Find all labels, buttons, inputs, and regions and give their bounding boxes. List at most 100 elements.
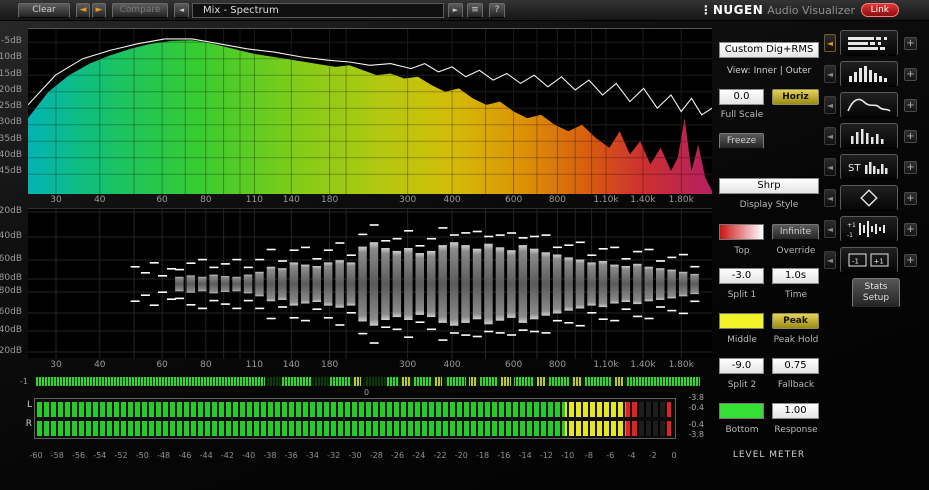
display-style-select[interactable]: Shrp (719, 178, 819, 194)
correlation-segment (479, 377, 499, 386)
full-scale-value[interactable]: 0.0 (719, 89, 764, 105)
spectrum-x-label: 600 (505, 195, 523, 205)
view-add-button[interactable]: + (904, 223, 917, 236)
history-forward-icon[interactable]: ► (92, 3, 106, 18)
meter-scale-label: -40 (242, 451, 256, 460)
meter-scale-label: -36 (284, 451, 298, 460)
spectrum-y-label: -15dB (0, 68, 22, 79)
response-value[interactable]: 1.00 (772, 403, 819, 419)
view-add-button[interactable]: + (904, 254, 917, 267)
spectrum-display[interactable] (27, 28, 713, 195)
clear-button[interactable]: Clear (18, 3, 70, 18)
preset-prev-icon[interactable]: ◄ (174, 3, 189, 18)
view-prev-arrow-icon[interactable]: ◄ (824, 220, 836, 238)
histogram-x-label: 300 (399, 360, 417, 370)
spectrum-y-label: -20dB (0, 84, 22, 95)
freeze-button[interactable]: Freeze (719, 133, 764, 149)
visualizer-window: Clear ◄ ► Compare ◄ Mix - Spectrum ► ≡ ?… (0, 0, 929, 490)
view-add-button[interactable]: + (904, 37, 917, 50)
view-prev-arrow-icon[interactable]: ◄ (824, 158, 836, 176)
meter-row-r[interactable] (37, 421, 673, 436)
override-button[interactable]: Infinite (772, 224, 819, 240)
histogram-y-label: -40dB (0, 231, 22, 241)
view-add-button[interactable]: + (904, 161, 917, 174)
view-prev-arrow-icon[interactable]: ◄ (824, 189, 836, 207)
view-button-spectrum-line[interactable] (840, 92, 898, 118)
spectrum-y-label: -40dB (0, 149, 22, 160)
view-inner-outer-toggle[interactable]: View: Inner | Outer (716, 66, 822, 76)
view-add-button[interactable]: + (904, 68, 917, 81)
meter-scale-label: -48 (157, 451, 171, 460)
view-button-spectrum-bars[interactable] (840, 61, 898, 87)
histogram-x-label: 1.80k (668, 360, 694, 370)
meter-scale-label: -8 (584, 451, 593, 460)
st-bars-icon: ST (848, 162, 888, 174)
fallback-value[interactable]: 0.75 (772, 358, 819, 374)
split1-value[interactable]: -3.0 (719, 268, 764, 284)
meter-scale-label: -30 (348, 451, 362, 460)
meter-scale-label: -2 (648, 451, 657, 460)
split1-label: Split 1 (727, 290, 757, 300)
svg-text:+1: +1 (847, 222, 856, 229)
meter-lines-icon (848, 37, 887, 50)
meter-scale-label: -50 (135, 451, 149, 460)
histogram-display[interactable] (28, 208, 712, 359)
meter-scale-label: -26 (390, 451, 405, 460)
history-back-icon[interactable]: ◄ (76, 3, 90, 18)
meter-scale-label: -32 (327, 451, 341, 460)
peak-hold-button[interactable]: Peak (772, 313, 819, 329)
view-button-vectorscope[interactable] (840, 185, 898, 211)
view-prev-arrow-icon[interactable]: ◄ (824, 96, 836, 114)
time-value[interactable]: 1.0s (772, 268, 819, 284)
view-button-correlation-history[interactable]: +1 -1 (840, 216, 898, 242)
split2-value[interactable]: -9.0 (719, 358, 764, 374)
correlation-segment (615, 377, 623, 386)
meter-scale-label: -42 (220, 451, 234, 460)
toolbar: Clear ◄ ► Compare ◄ Mix - Spectrum ► ≡ ?… (0, 0, 929, 21)
compare-button[interactable]: Compare (112, 3, 168, 18)
preset-list-icon[interactable]: ≡ (467, 3, 483, 18)
level-meter[interactable] (34, 398, 676, 439)
top-color-swatch[interactable] (719, 224, 764, 240)
correlation-strip[interactable] (36, 377, 700, 386)
svg-text:ST: ST (848, 163, 861, 174)
meter-scale-label: -60 (29, 451, 43, 460)
view-prev-arrow-icon[interactable]: ◄ (824, 65, 836, 83)
view-button-correlation-meter[interactable]: -1 +1 (840, 247, 898, 273)
meter-row-l[interactable] (37, 402, 673, 417)
histogram-y-label: -20dB (0, 346, 22, 356)
preset-next-icon[interactable]: ► (448, 3, 463, 18)
preset-select[interactable]: Mix - Spectrum (192, 3, 444, 18)
view-button-stereo-spectrum[interactable]: ST (840, 154, 898, 180)
view-prev-arrow-icon[interactable]: ◄ (824, 34, 836, 52)
view-add-button[interactable]: + (904, 192, 917, 205)
middle-color-swatch[interactable] (719, 313, 764, 329)
level-meter-title: LEVEL METER (732, 450, 806, 460)
view-prev-arrow-icon[interactable]: ◄ (824, 127, 836, 145)
meter-scale-label: -4 (627, 451, 636, 460)
meter-mode-select[interactable]: Custom Dig+RMS (719, 42, 819, 58)
stats-setup-button[interactable]: Stats Setup (852, 278, 900, 308)
bottom-color-swatch[interactable] (719, 403, 764, 419)
histogram-y-label: -80dB (0, 286, 22, 296)
response-label: Response (774, 425, 818, 435)
view-add-button[interactable]: + (904, 99, 917, 112)
spectrum-x-label: 1.10k (593, 195, 619, 205)
view-prev-arrow-icon[interactable]: ◄ (824, 251, 836, 269)
histogram-x-label: 40 (94, 360, 106, 370)
histogram-y-label: -80dB (0, 273, 22, 283)
horiz-button[interactable]: Horiz (772, 89, 819, 105)
meter-scale-label: -16 (497, 451, 511, 460)
view-add-button[interactable]: + (904, 130, 917, 143)
view-button-spectrum-small[interactable] (840, 123, 898, 149)
link-button[interactable]: Link (860, 3, 899, 17)
meter-scale-label: -58 (50, 451, 64, 460)
help-button[interactable]: ? (489, 3, 505, 18)
correlation-segment (548, 377, 569, 386)
meter-scale-label: -54 (93, 451, 107, 460)
view-button-level-meter[interactable] (840, 30, 898, 56)
diamond-icon (860, 189, 878, 207)
histogram-x-label: 140 (282, 360, 300, 370)
full-scale-label: Full Scale (720, 110, 764, 120)
channel-label: L (26, 400, 32, 410)
